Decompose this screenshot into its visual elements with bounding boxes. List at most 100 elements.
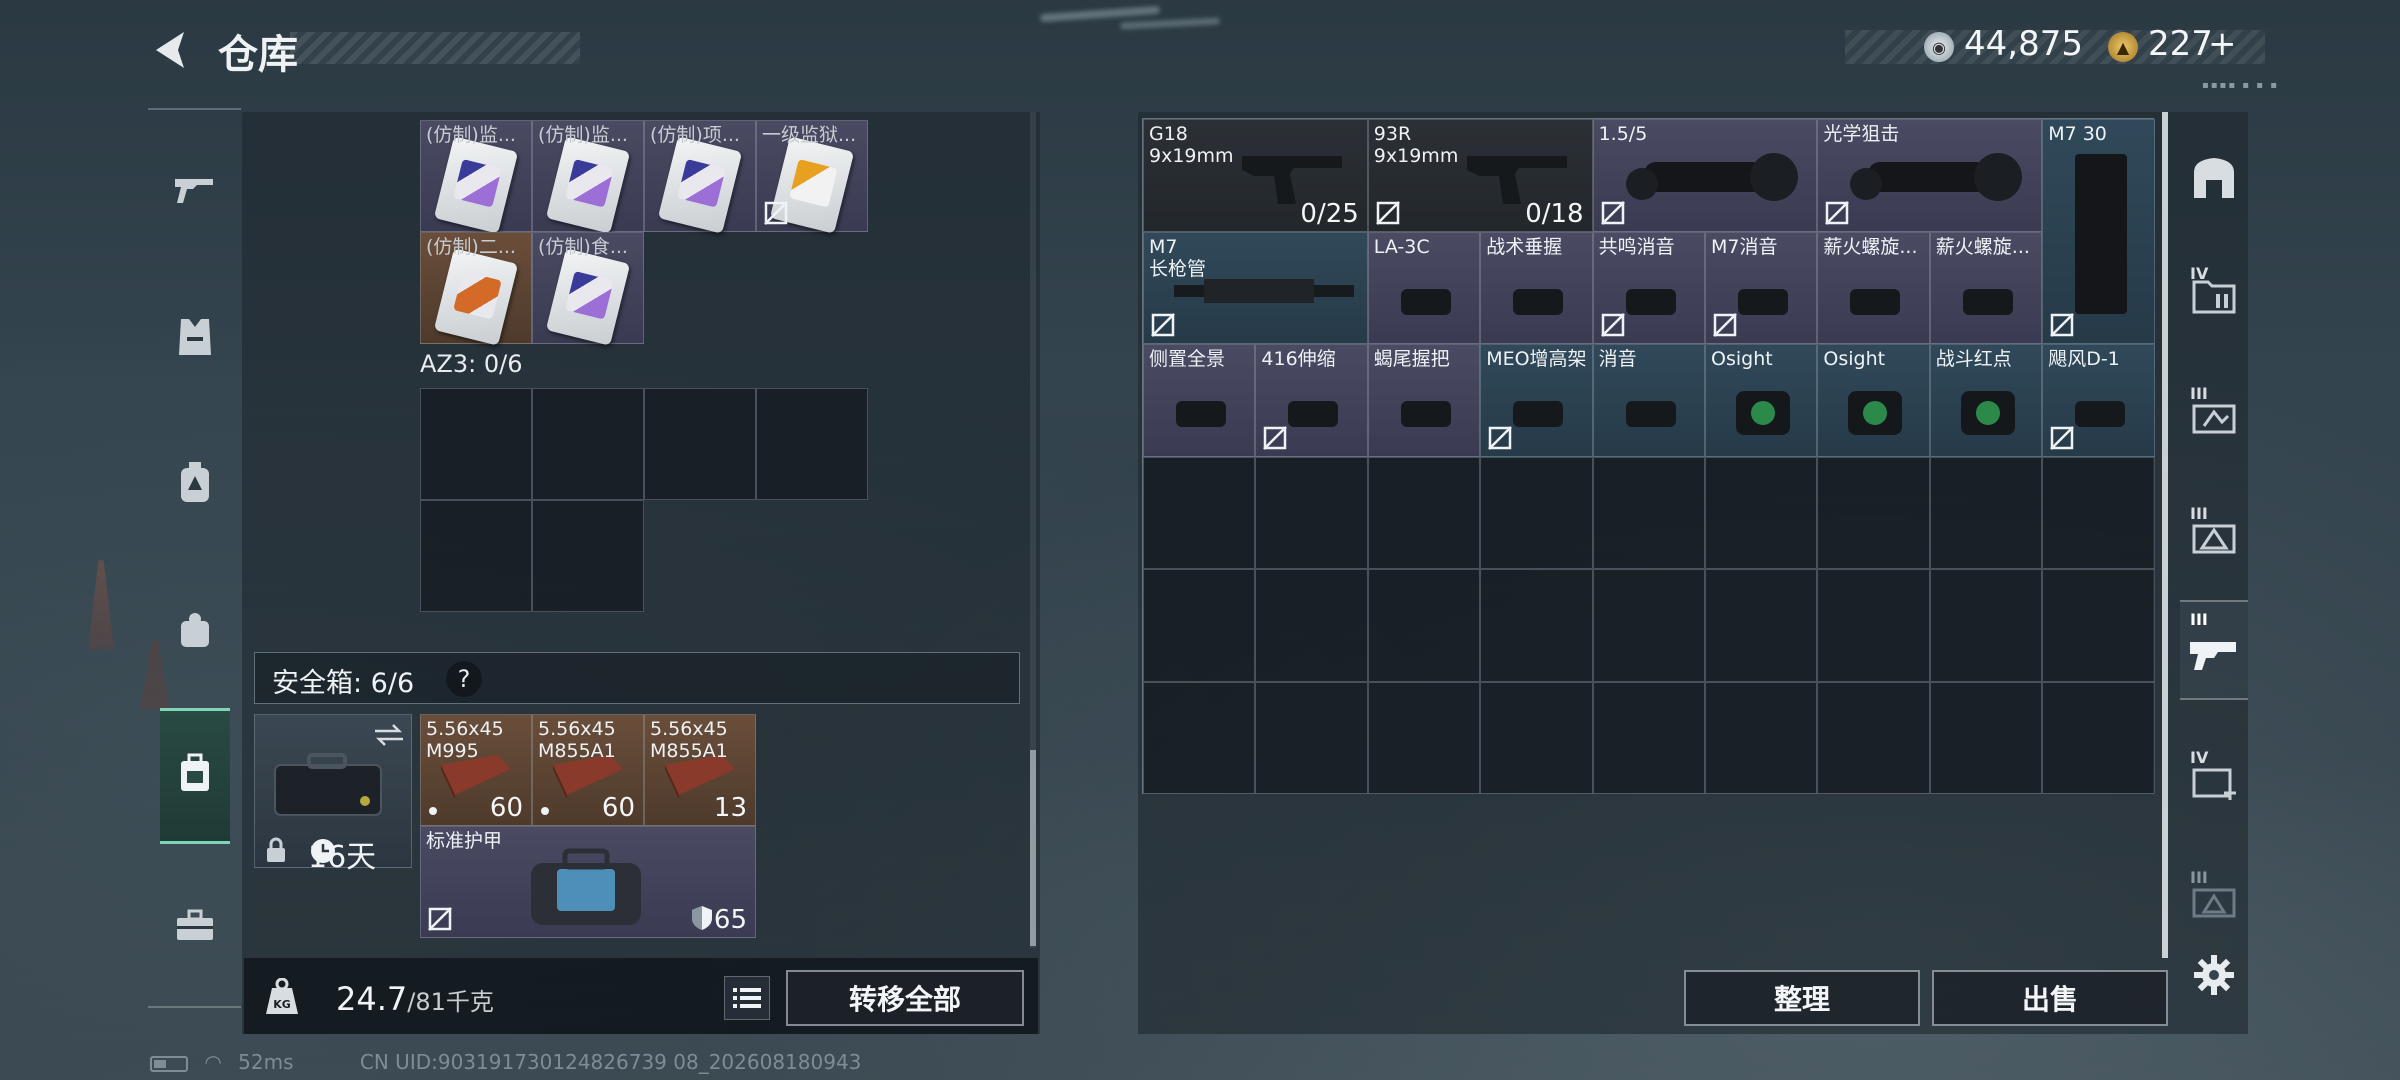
- empty-slot[interactable]: [756, 388, 868, 500]
- no-sell-icon: [1713, 313, 1737, 337]
- empty-slot[interactable]: [1817, 569, 1930, 682]
- empty-slot[interactable]: [1929, 681, 2043, 794]
- grid-item[interactable]: 一级监狱...: [756, 120, 868, 234]
- empty-slot[interactable]: [1929, 569, 2043, 682]
- empty-slot[interactable]: [1705, 569, 1818, 682]
- empty-slot[interactable]: [2042, 681, 2155, 794]
- stash-item[interactable]: MEO增高架: [1480, 344, 1593, 457]
- empty-slot[interactable]: [420, 500, 532, 612]
- stash-item[interactable]: 1.5/5: [1592, 119, 1818, 232]
- stash-item[interactable]: LA-3C: [1367, 231, 1481, 344]
- stash-item[interactable]: 共鸣消音: [1592, 231, 1705, 344]
- ammo-dot-icon: [429, 807, 437, 815]
- item-count: 60: [489, 793, 523, 823]
- grid-item[interactable]: (仿制)食...: [532, 232, 644, 346]
- stash-item[interactable]: 光学狙击: [1817, 119, 2043, 232]
- toolbox-icon[interactable]: [160, 890, 230, 960]
- empty-slot[interactable]: [1143, 456, 1256, 569]
- stash-scrollbar[interactable]: [2162, 112, 2168, 958]
- sort-button[interactable]: 整理: [1684, 970, 1920, 1026]
- left-scrollbar-thumb[interactable]: [1030, 750, 1036, 946]
- item-sublabel: 长枪管: [1149, 257, 1207, 280]
- empty-slot[interactable]: [1143, 569, 1256, 682]
- gold-amount: 227: [2148, 24, 2213, 64]
- stash-tab[interactable]: III: [2180, 376, 2248, 452]
- stash-item[interactable]: 蝎尾握把: [1367, 344, 1481, 457]
- item-label: 战斗红点: [1935, 348, 2012, 370]
- no-sell-icon: [1600, 313, 1625, 337]
- stash-tab[interactable]: [2180, 140, 2248, 216]
- no-sell-icon: [1375, 200, 1400, 225]
- sell-button[interactable]: 出售: [1932, 970, 2168, 1026]
- back-icon[interactable]: [150, 28, 190, 72]
- weapon-icon[interactable]: [160, 154, 230, 224]
- armor-vest-icon[interactable]: [160, 302, 230, 372]
- stash-item[interactable]: M7 长枪管: [1143, 231, 1368, 344]
- empty-slot[interactable]: [1255, 456, 1368, 569]
- empty-slot[interactable]: [1817, 681, 1930, 794]
- transfer-all-button[interactable]: 转移全部: [786, 970, 1024, 1026]
- empty-slot[interactable]: [420, 388, 532, 500]
- empty-slot[interactable]: [1592, 681, 1705, 794]
- empty-slot[interactable]: [1480, 456, 1593, 569]
- empty-slot[interactable]: [1367, 569, 1481, 682]
- empty-slot[interactable]: [2042, 569, 2155, 682]
- item-label: 93R: [1373, 123, 1412, 145]
- stash-item[interactable]: M7 30: [2042, 119, 2155, 344]
- item-label: Osight: [1823, 348, 1886, 370]
- stash-tab[interactable]: IV: [2180, 256, 2248, 332]
- stash-item[interactable]: 93R 9x19mm 0/18: [1367, 119, 1593, 232]
- safe-box-tab[interactable]: [160, 708, 230, 844]
- stash-item[interactable]: Osight: [1817, 344, 1930, 457]
- stash-item[interactable]: M7消音: [1705, 231, 1818, 344]
- grid-item[interactable]: (仿制)二...: [420, 232, 532, 346]
- empty-slot[interactable]: [1929, 456, 2043, 569]
- empty-slot[interactable]: [532, 388, 644, 500]
- empty-slot[interactable]: [1255, 681, 1368, 794]
- gold-add-button[interactable]: +: [2208, 24, 2237, 64]
- empty-slot[interactable]: [644, 388, 756, 500]
- stash-tab[interactable]: III: [2180, 860, 2248, 936]
- stash-tab[interactable]: IV: [2180, 740, 2248, 816]
- empty-slot[interactable]: [1592, 569, 1705, 682]
- stash-item[interactable]: 战斗红点: [1929, 344, 2043, 457]
- stash-tab-active[interactable]: III: [2180, 600, 2248, 700]
- ammo-item[interactable]: 5.56x45 M995 60: [420, 714, 532, 826]
- settings-button[interactable]: [2180, 940, 2248, 1010]
- stash-tab[interactable]: III: [2180, 496, 2248, 572]
- stash-item[interactable]: G18 9x19mm 0/25: [1143, 119, 1368, 232]
- stash-item[interactable]: 战术垂握: [1480, 231, 1593, 344]
- stash-item[interactable]: 侧置全景: [1143, 344, 1256, 457]
- backpack-icon[interactable]: [160, 448, 230, 518]
- empty-slot[interactable]: [2042, 456, 2155, 569]
- grid-item[interactable]: (仿制)项...: [644, 120, 756, 234]
- empty-slot[interactable]: [1480, 569, 1593, 682]
- list-view-button[interactable]: [724, 976, 770, 1020]
- stash-item[interactable]: Osight: [1705, 344, 1818, 457]
- item-sublabel: M855A1: [650, 740, 728, 762]
- chest-rig-icon[interactable]: [160, 596, 230, 666]
- ammo-item[interactable]: 5.56x45 M855A1 13: [644, 714, 756, 826]
- durability-shield-icon: [692, 906, 712, 930]
- empty-slot[interactable]: [1367, 681, 1481, 794]
- empty-slot[interactable]: [1705, 681, 1818, 794]
- grid-item[interactable]: (仿制)监...: [532, 120, 644, 234]
- armor-item[interactable]: 标准护甲 65: [420, 826, 756, 938]
- ammo-item[interactable]: 5.56x45 M855A1 60: [532, 714, 644, 826]
- stash-item[interactable]: 飓风D-1: [2042, 344, 2155, 457]
- empty-slot[interactable]: [532, 500, 644, 612]
- stash-item[interactable]: 消音: [1592, 344, 1705, 457]
- swap-icon[interactable]: [373, 723, 405, 747]
- empty-slot[interactable]: [1817, 456, 1930, 569]
- empty-slot[interactable]: [1705, 456, 1818, 569]
- grid-item[interactable]: (仿制)监...: [420, 120, 532, 234]
- help-button[interactable]: ?: [446, 661, 482, 697]
- empty-slot[interactable]: [1480, 681, 1593, 794]
- empty-slot[interactable]: [1367, 456, 1481, 569]
- empty-slot[interactable]: [1255, 569, 1368, 682]
- stash-item[interactable]: 薪火螺旋...: [1817, 231, 1930, 344]
- empty-slot[interactable]: [1143, 681, 1256, 794]
- stash-item[interactable]: 薪火螺旋...: [1929, 231, 2043, 344]
- empty-slot[interactable]: [1592, 456, 1705, 569]
- stash-item[interactable]: 416伸缩: [1255, 344, 1368, 457]
